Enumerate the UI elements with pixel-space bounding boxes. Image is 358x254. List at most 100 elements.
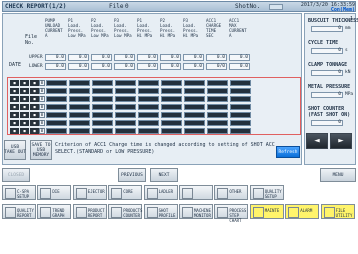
tab-label: FILE UTILITY (335, 208, 353, 218)
column-header: P3 Load. Press. Low MPa (114, 18, 132, 38)
data-cell (115, 128, 136, 134)
upper-limit-cell[interactable]: 0.0 (91, 54, 112, 61)
upper-limit-cell[interactable]: 0.0 (68, 54, 89, 61)
tab-icon (323, 207, 335, 218)
lower-limit-cell[interactable]: 0.0 (91, 63, 112, 70)
tabs_row1-6[interactable]: OTHER (214, 185, 249, 200)
data-cell (69, 80, 90, 86)
lower-limit-cell[interactable]: 0.0 (229, 63, 250, 70)
refresh-button[interactable]: Refresh (276, 146, 300, 158)
file-no-cell: 0 (39, 128, 45, 134)
table-row: ■ ■ ■ 0 (8, 88, 300, 95)
shot-number-label: ShotNo. (235, 3, 261, 10)
date-cell: ■ (20, 128, 29, 134)
tabs_row2-2[interactable]: PRODUCT REPORT (72, 204, 107, 219)
data-cell (207, 112, 228, 118)
column-header: ACC1 CHARGE TIME SEC (206, 18, 222, 38)
side-item-value[interactable]: 0 (311, 70, 343, 76)
tabs_row1-7[interactable]: QUALITY SETUP (249, 185, 284, 200)
tabs_row2-3[interactable]: PRODUCTS COUNTER (108, 204, 142, 219)
data-cell (184, 120, 205, 126)
tabs_row2-8[interactable]: ALARM (285, 204, 320, 219)
tab-icon (75, 188, 87, 199)
date-cell: ■ (10, 128, 19, 134)
data-cell (184, 80, 205, 86)
data-cell (69, 120, 90, 126)
date-cell: ■ (20, 88, 29, 94)
data-cell (69, 112, 90, 118)
tabs_row1-1[interactable]: DIE (37, 185, 72, 200)
upper-limit-cell[interactable]: 0.0 (183, 54, 204, 61)
lower-limit-cell[interactable]: 0.0 (114, 63, 135, 70)
lower-limit-cell[interactable]: 0.0 (45, 63, 66, 70)
tabs_row2-7[interactable]: MAINTE (249, 204, 284, 219)
tabs_row2-5[interactable]: MACHINE MONITOR (179, 204, 213, 219)
tab-icon (182, 188, 193, 199)
upper-limit-cell[interactable]: 0.0 (137, 54, 158, 61)
usb-take-out-button[interactable]: USB TAKE OUT (4, 140, 26, 160)
file-no-cell: 0 (39, 120, 45, 126)
previous-button[interactable]: PREVIOUS (118, 168, 146, 182)
data-cell (115, 80, 136, 86)
data-cell (207, 104, 228, 110)
data-cell (230, 128, 251, 134)
tab-label: PRODUCT REPORT (87, 208, 105, 218)
tab-icon (75, 207, 87, 218)
data-cell (138, 104, 159, 110)
date-cell: ■ (20, 80, 29, 86)
date-cell: ■ (20, 120, 29, 126)
tabs_row2-0[interactable]: QUALITY REPORT (2, 204, 36, 219)
tabs_row1-3[interactable]: CORE (108, 185, 143, 200)
upper-limit-cell[interactable]: 0.0 (114, 54, 135, 61)
tabs_row2-9[interactable]: FILE UTILITY (320, 204, 355, 219)
tabs_row2-1[interactable]: TREND GRAPH (37, 204, 72, 219)
tab-icon (288, 207, 300, 218)
upper-limit-cell[interactable]: 0.0 (206, 54, 227, 61)
tabs_row1-5[interactable] (179, 185, 213, 200)
date-cell: ■ (30, 96, 39, 102)
side-item-value[interactable]: 0 (311, 120, 343, 126)
data-cell (161, 80, 182, 86)
data-cell (115, 112, 136, 118)
side-item-unit: kN (345, 70, 351, 75)
upper-limit-cell[interactable]: 0.0 (160, 54, 181, 61)
prev-page-arrow[interactable]: ◄ (306, 133, 328, 149)
lower-limit-cell[interactable]: 0.0 (137, 63, 158, 70)
tab-label: SHOT PROFILE (158, 208, 176, 218)
data-cell (230, 120, 251, 126)
data-cell (115, 104, 136, 110)
column-header: P1 Load. Press. Low MPa (68, 18, 86, 38)
data-cell (46, 104, 67, 110)
side-item-value[interactable]: 0 (311, 92, 343, 98)
menu-button[interactable]: MENU (320, 168, 356, 182)
tabs_row1-4[interactable]: LADLER (143, 185, 178, 200)
lower-limit-cell[interactable]: 0.0 (68, 63, 89, 70)
lower-limit-cell[interactable]: 0.0 (183, 63, 204, 70)
tabs_row2-4[interactable]: SHOT PROFILE (143, 204, 178, 219)
data-cell (92, 128, 113, 134)
data-cell (69, 96, 90, 102)
data-cell (115, 88, 136, 94)
data-cell (207, 88, 228, 94)
side-item-label: CYCLE TIME (308, 40, 339, 46)
tabs_row1-0[interactable]: C-SPA SETUP (2, 185, 36, 200)
lower-limit-cell[interactable]: 0.0 (160, 63, 181, 70)
side-item-value[interactable]: 0 (311, 48, 343, 54)
data-cell (184, 112, 205, 118)
save-to-usb-button[interactable]: SAVE TO USB MEMORY (30, 140, 52, 160)
data-cell (115, 96, 136, 102)
data-cell (161, 104, 182, 110)
upper-limit-cell[interactable]: 0.0 (229, 54, 250, 61)
upper-limit-cell[interactable]: 0.0 (45, 54, 66, 61)
side-item-value[interactable]: 0 (311, 26, 343, 32)
tab-icon (40, 188, 52, 199)
next-button[interactable]: NEXT (150, 168, 178, 182)
next-page-arrow[interactable]: ► (330, 133, 352, 149)
page-title: CHECK REPORT(1/2) (5, 3, 67, 10)
tab-icon (146, 207, 158, 218)
lower-limit-cell[interactable]: 0/0 (206, 63, 227, 70)
closed-button[interactable]: CLOSED (2, 168, 30, 182)
tabs_row1-2[interactable]: EJECTOR (72, 185, 107, 200)
data-cell (161, 112, 182, 118)
tabs_row2-6[interactable]: PROCESS STEP CHART (214, 204, 249, 223)
